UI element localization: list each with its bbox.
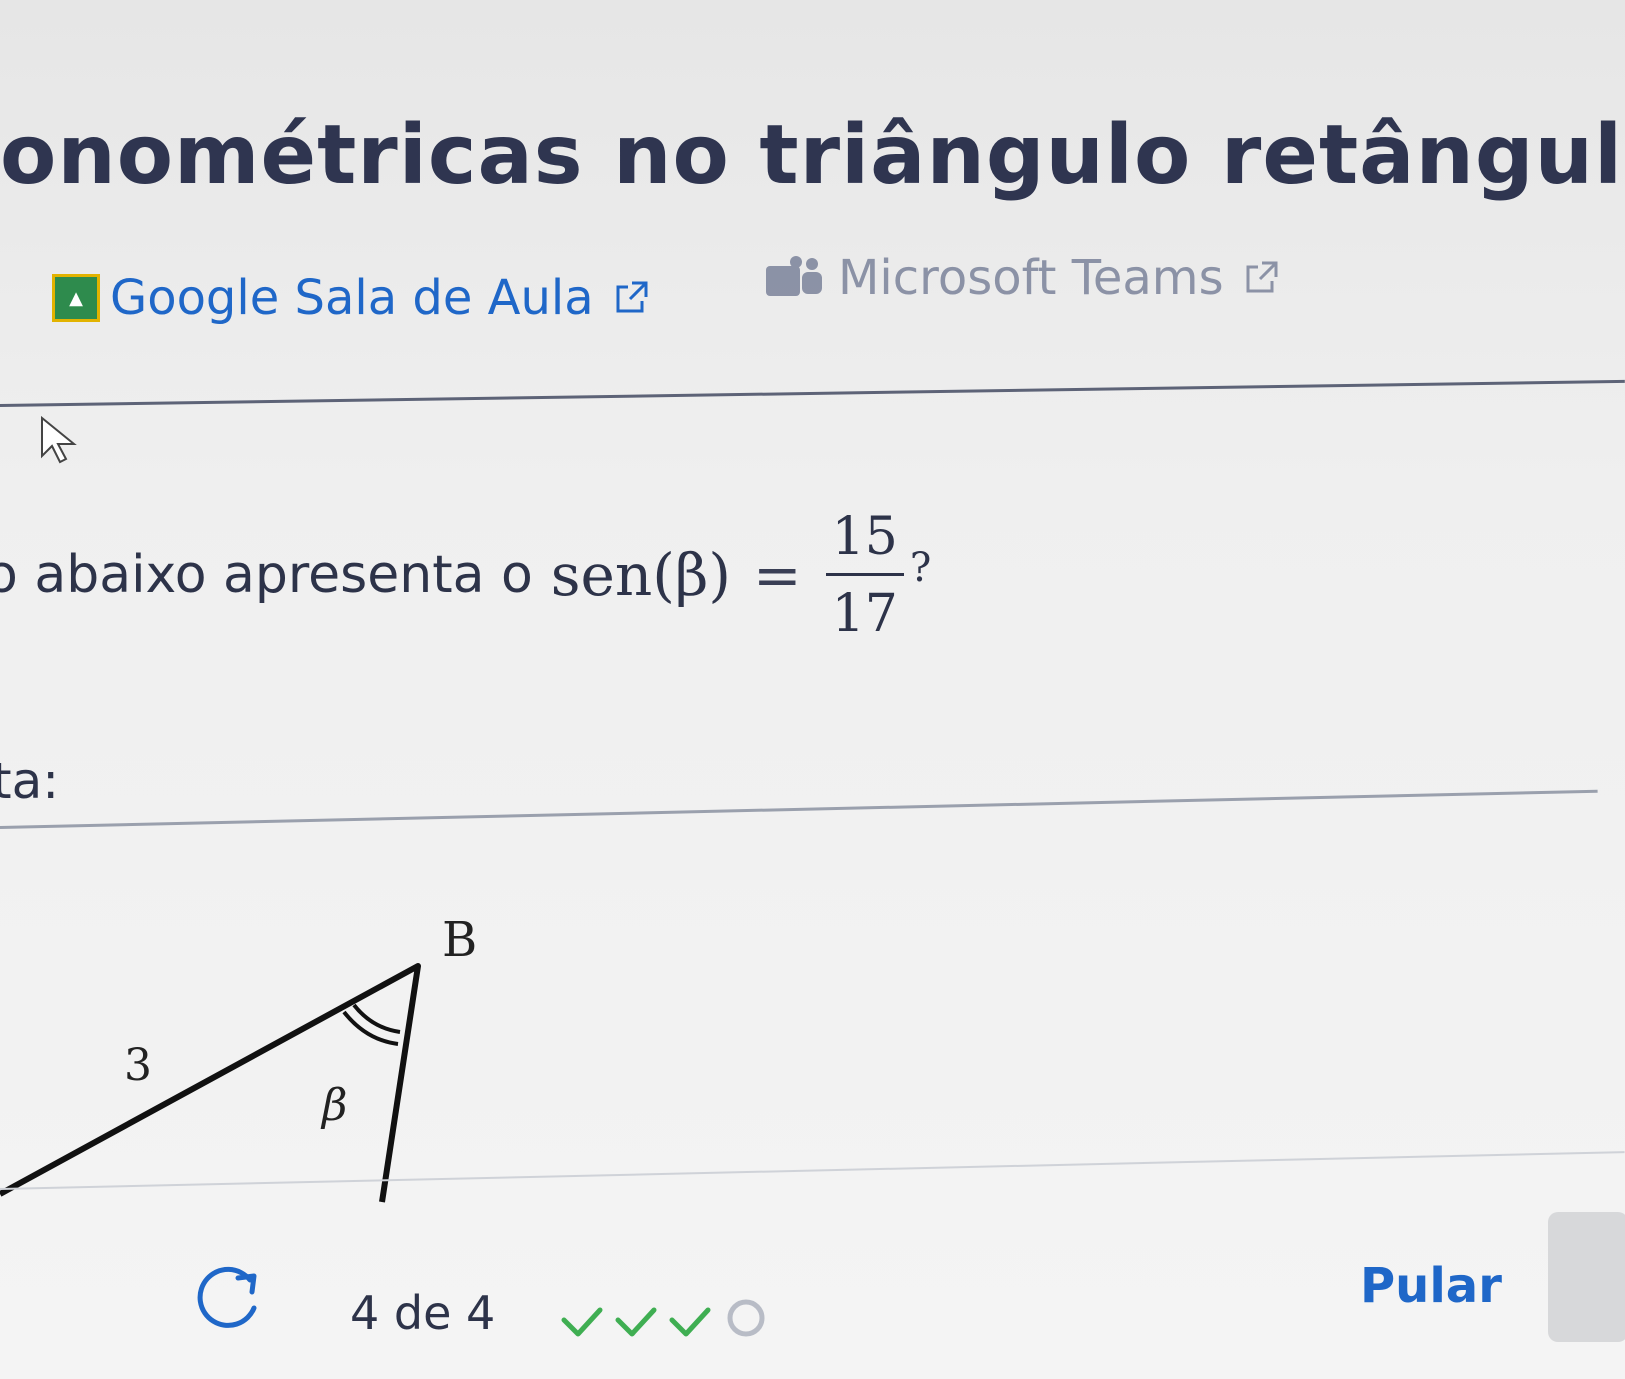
restart-icon[interactable] <box>192 1260 266 1334</box>
google-classroom-icon: ▲ <box>52 274 100 322</box>
question-text: o abaixo apresenta o <box>0 545 533 605</box>
triangle-figure[interactable] <box>0 880 460 1210</box>
exercise-footer: 4 de 4 Pular <box>0 1212 1625 1379</box>
progress-counter: 4 de 4 <box>350 1286 496 1340</box>
answer-divider <box>0 789 1598 829</box>
exercise-page: onométricas no triângulo retângulo: ser … <box>0 0 1625 1379</box>
google-classroom-link[interactable]: ▲ Google Sala de Aula <box>52 270 650 326</box>
fraction-numerator: 15 <box>831 506 898 567</box>
question-mark: ? <box>909 544 932 591</box>
external-link-icon <box>1246 261 1278 293</box>
mouse-cursor-icon <box>41 416 77 464</box>
angle-label: β <box>322 1080 348 1131</box>
answer-label: ta: <box>0 752 60 810</box>
skip-button[interactable]: Pular <box>1360 1258 1502 1314</box>
equals-sign: = <box>753 541 802 609</box>
google-classroom-label: Google Sala de Aula <box>110 270 594 326</box>
external-link-icon <box>616 281 648 313</box>
page-title: onométricas no triângulo retângulo: ser <box>0 108 1625 203</box>
math-expression: sen(β) = 15 17 ? <box>551 511 931 640</box>
check-button[interactable] <box>1548 1212 1625 1342</box>
side-length-label: 3 <box>124 1040 152 1091</box>
fraction-denominator: 17 <box>831 583 898 644</box>
sine-function: sen(β) <box>550 541 732 609</box>
microsoft-teams-icon <box>766 256 822 296</box>
microsoft-teams-link[interactable]: Microsoft Teams <box>766 250 1280 306</box>
question-prompt: o abaixo apresenta o sen(β) = 15 17 ? <box>0 490 931 660</box>
fraction: 15 17 <box>824 511 906 640</box>
microsoft-teams-label: Microsoft Teams <box>838 250 1224 306</box>
progress-indicators <box>561 1299 765 1337</box>
vertex-label: B <box>442 912 478 968</box>
header-divider <box>0 379 1625 407</box>
